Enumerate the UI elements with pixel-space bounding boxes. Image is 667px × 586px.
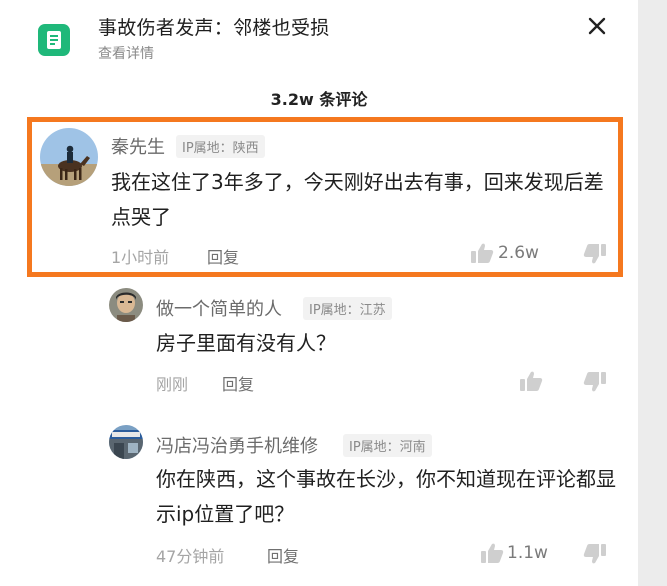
comment-time: 1小时前: [111, 248, 170, 267]
like-icon[interactable]: [470, 242, 494, 264]
comment-text[interactable]: 你在陕西，这个事故在长沙，你不知道现在评论都显示ip位置了吧？: [156, 462, 616, 532]
comment-time: 47分钟前: [156, 547, 225, 566]
comment-username[interactable]: 冯店冯治勇手机维修: [156, 432, 318, 458]
dislike-icon[interactable]: [583, 243, 607, 265]
document-icon[interactable]: [38, 24, 70, 56]
ip-location-badge: IP属地：河南: [343, 434, 432, 457]
like-icon[interactable]: [480, 542, 504, 564]
reply-button[interactable]: 回复: [222, 371, 254, 395]
avatar[interactable]: [109, 425, 143, 459]
comment-text[interactable]: 房子里面有没有人？: [156, 326, 616, 361]
dislike-icon[interactable]: [583, 371, 607, 393]
ip-location-badge: IP属地：陕西: [176, 135, 265, 158]
avatar[interactable]: [109, 288, 143, 322]
reply-button[interactable]: 回复: [207, 244, 239, 268]
close-icon[interactable]: [584, 13, 610, 39]
like-count: 2.6w: [498, 243, 539, 263]
dislike-icon[interactable]: [583, 543, 607, 565]
article-title[interactable]: 事故伤者发声：邻楼也受损: [98, 13, 330, 40]
comment-username[interactable]: 秦先生: [111, 133, 165, 159]
reply-button[interactable]: 回复: [267, 543, 299, 567]
comments-panel: 事故伤者发声：邻楼也受损 查看详情 3.2w 条评论 秦先生 IP属地：陕西 我…: [0, 0, 638, 586]
like-icon[interactable]: [519, 370, 543, 392]
avatar[interactable]: [40, 128, 98, 186]
ip-location-badge: IP属地：江苏: [303, 297, 392, 320]
comment-text[interactable]: 我在这住了3年多了，今天刚好出去有事，回来发现后差点哭了: [111, 165, 616, 235]
comment-count: 3.2w 条评论: [270, 90, 368, 109]
comment-time: 刚刚: [156, 375, 189, 394]
right-gutter: [638, 0, 667, 586]
comment-username[interactable]: 做一个简单的人: [156, 295, 282, 321]
view-details-link[interactable]: 查看详情: [98, 43, 154, 63]
like-count: 1.1w: [507, 543, 548, 563]
